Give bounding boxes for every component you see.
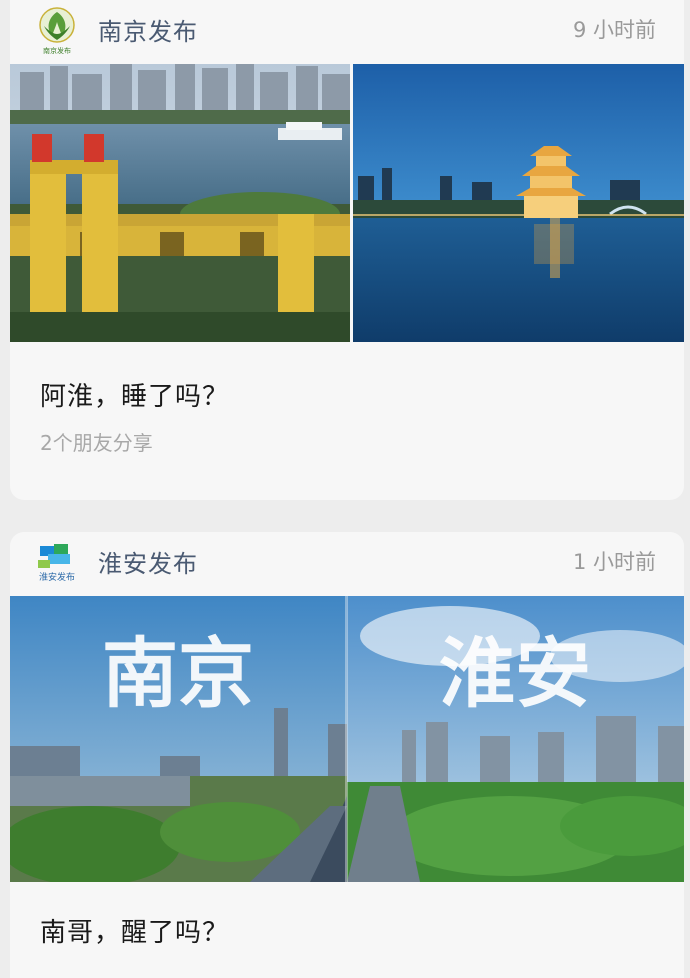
- nanjing-bridge-photo: [10, 64, 352, 342]
- article-title[interactable]: 阿淮，睡了吗？: [40, 376, 684, 413]
- logo-text: 淮安发布: [39, 571, 75, 583]
- nanjing-logo-icon[interactable]: 南京发布: [34, 6, 80, 56]
- cover-image[interactable]: [10, 64, 684, 342]
- logo-text: 南京发布: [43, 46, 71, 55]
- huaian-logo-icon[interactable]: 淮安发布: [34, 538, 80, 588]
- article-card[interactable]: 淮安发布 淮安发布 1 小时前 南京 淮安 南哥，醒了吗？: [10, 532, 684, 978]
- feed: 南京发布 南京发布 9 小时前 阿淮，睡了吗？ 2个朋友分享 淮安发布 淮安发布…: [0, 0, 690, 978]
- post-time: 9 小时前: [572, 18, 656, 42]
- card-header: 南京发布 南京发布 9 小时前: [10, 0, 684, 64]
- account-name[interactable]: 淮安发布: [98, 544, 198, 579]
- huaian-night-photo: [352, 64, 684, 342]
- article-card[interactable]: 南京发布 南京发布 9 小时前 阿淮，睡了吗？ 2个朋友分享: [10, 0, 684, 500]
- cover-image[interactable]: 南京 淮安: [10, 596, 684, 882]
- post-time: 1 小时前: [572, 550, 656, 574]
- account-name[interactable]: 南京发布: [98, 12, 198, 47]
- left-city-text: 南京: [102, 629, 254, 718]
- share-count: 2个朋友分享: [40, 431, 153, 455]
- card-header: 淮安发布 淮安发布 1 小时前: [10, 532, 684, 596]
- right-city-text: 淮安: [439, 629, 591, 718]
- article-title[interactable]: 南哥，醒了吗？: [40, 912, 684, 949]
